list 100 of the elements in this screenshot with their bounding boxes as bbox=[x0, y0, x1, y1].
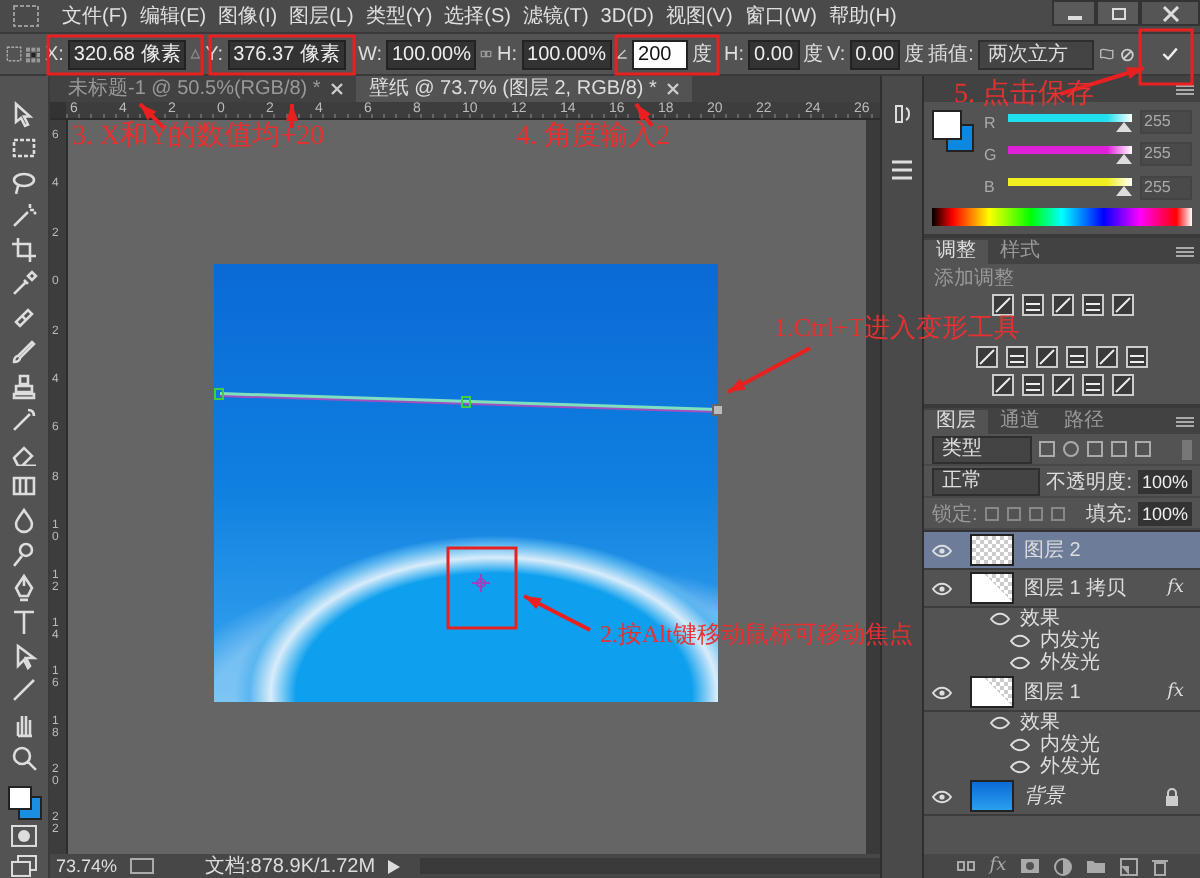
menu-item[interactable]: 窗口(W) bbox=[738, 2, 823, 30]
type-tool-icon[interactable] bbox=[10, 608, 38, 637]
dodge-tool-icon[interactable] bbox=[10, 540, 38, 569]
scrollbar[interactable] bbox=[419, 858, 880, 874]
menu-item[interactable]: 编辑(E) bbox=[133, 2, 213, 30]
panel-tab[interactable]: 样式 bbox=[988, 240, 1052, 264]
layer-row[interactable]: 图层 1 拷贝 fx bbox=[924, 570, 1200, 608]
eye-icon[interactable] bbox=[932, 543, 952, 557]
eye-icon[interactable] bbox=[932, 581, 952, 595]
skew-v-field[interactable]: 0.00 bbox=[849, 39, 901, 69]
panel-tab[interactable]: 路径 bbox=[1052, 410, 1116, 434]
adjustment-icon[interactable] bbox=[1111, 294, 1133, 316]
new-layer-icon[interactable] bbox=[1120, 857, 1139, 875]
adjustment-icon[interactable] bbox=[1096, 346, 1118, 368]
color-swatch[interactable] bbox=[932, 110, 972, 150]
adjustment-icon[interactable] bbox=[1126, 346, 1148, 368]
height-field[interactable]: 100.00% bbox=[521, 39, 612, 69]
slider-thumb[interactable] bbox=[1116, 121, 1132, 132]
adjustment-icon[interactable] bbox=[1006, 346, 1028, 368]
lasso-tool-icon[interactable] bbox=[10, 167, 38, 196]
opacity-field[interactable]: 100% bbox=[1137, 469, 1192, 493]
commit-check-icon[interactable] bbox=[1161, 44, 1179, 64]
panel-tab[interactable]: 图层 bbox=[924, 410, 988, 434]
eye-icon[interactable] bbox=[1010, 634, 1030, 648]
panel-menu-icon[interactable] bbox=[1176, 246, 1194, 258]
fill-field[interactable]: 100% bbox=[1137, 501, 1192, 525]
adjustment-icon[interactable] bbox=[976, 346, 998, 368]
adjustment-icon[interactable] bbox=[1021, 374, 1043, 396]
adjustment-icon[interactable] bbox=[1021, 294, 1043, 316]
color-spectrum-bar[interactable] bbox=[932, 208, 1192, 226]
menu-item[interactable]: 滤镜(T) bbox=[517, 2, 595, 30]
color-swatch[interactable] bbox=[8, 786, 40, 819]
blend-mode-dropdown[interactable]: 正常 bbox=[932, 467, 1041, 495]
add-style-button[interactable]: fx bbox=[989, 856, 1007, 876]
properties-icon[interactable] bbox=[888, 156, 916, 184]
eyedropper-icon[interactable] bbox=[10, 269, 38, 298]
panel-tab[interactable]: 调整 bbox=[924, 240, 988, 264]
eye-icon[interactable] bbox=[990, 716, 1010, 730]
slider-thumb[interactable] bbox=[1116, 186, 1132, 197]
document-tab[interactable]: 壁纸 @ 73.7% (图层 2, RGB/8) * bbox=[356, 76, 693, 102]
mask-icon[interactable] bbox=[1020, 858, 1041, 874]
eye-icon[interactable] bbox=[1010, 656, 1030, 670]
menu-item[interactable]: 3D(D) bbox=[594, 5, 660, 27]
adjustment-icon[interactable] bbox=[1051, 374, 1073, 396]
minimize-button[interactable] bbox=[1052, 0, 1096, 26]
line-tool-icon[interactable] bbox=[10, 676, 38, 705]
filter-toggle[interactable] bbox=[1182, 439, 1192, 459]
screen-mode-icon[interactable] bbox=[10, 853, 38, 878]
crop-tool-icon[interactable] bbox=[10, 235, 38, 264]
adjustment-icon[interactable] bbox=[1081, 294, 1103, 316]
filter-dropdown[interactable]: 类型 bbox=[932, 435, 1032, 463]
slider-thumb[interactable] bbox=[1116, 153, 1132, 164]
marquee-tool-icon[interactable] bbox=[10, 133, 38, 162]
layer-row[interactable]: 图层 1 fx bbox=[924, 674, 1200, 712]
adjustment-icon[interactable] bbox=[1066, 346, 1088, 368]
adjustment-icon[interactable] bbox=[1036, 346, 1058, 368]
width-field[interactable]: 100.00% bbox=[385, 39, 477, 69]
move-tool-icon[interactable] bbox=[10, 100, 38, 128]
menu-item[interactable]: 视图(V) bbox=[659, 2, 739, 30]
zoom-icon[interactable] bbox=[10, 744, 38, 773]
link-icon[interactable] bbox=[955, 860, 976, 872]
menu-item[interactable]: 选择(S) bbox=[438, 2, 517, 30]
document-tab[interactable]: 未标题-1 @ 50.5%(RGB/8) * bbox=[56, 76, 357, 102]
play-icon[interactable] bbox=[387, 859, 400, 873]
adjustment-icon[interactable] bbox=[1081, 374, 1103, 396]
adjustment-icon[interactable] bbox=[1111, 374, 1133, 396]
layer-row[interactable]: 背景 bbox=[924, 778, 1200, 816]
link-icon[interactable] bbox=[480, 48, 494, 60]
menu-item[interactable]: 文件(F) bbox=[56, 2, 134, 30]
eye-icon[interactable] bbox=[932, 685, 952, 699]
menu-item[interactable]: 图层(L) bbox=[283, 2, 360, 30]
brush-icon[interactable] bbox=[10, 337, 38, 366]
drop-icon[interactable] bbox=[10, 506, 38, 535]
adjustment-icon[interactable] bbox=[991, 374, 1013, 396]
close-icon[interactable] bbox=[666, 82, 681, 96]
magic-wand-icon[interactable] bbox=[10, 201, 38, 230]
transform-tool-icon[interactable] bbox=[6, 42, 23, 66]
half-circle-icon[interactable] bbox=[1054, 857, 1073, 875]
transform-line[interactable] bbox=[214, 386, 726, 418]
skew-h-field[interactable]: 0.00 bbox=[748, 39, 800, 69]
trash-icon[interactable] bbox=[1152, 857, 1169, 875]
interpolation-dropdown[interactable]: 两次立方 bbox=[977, 39, 1094, 69]
stamp-icon[interactable] bbox=[10, 371, 38, 400]
channel-value-field[interactable]: 255 bbox=[1140, 142, 1192, 167]
menu-item[interactable]: 类型(Y) bbox=[359, 2, 439, 30]
adjustment-icon[interactable] bbox=[1051, 294, 1073, 316]
reference-grid-icon[interactable] bbox=[26, 43, 41, 65]
close-icon[interactable] bbox=[330, 82, 345, 96]
menu-item[interactable]: 图像(I) bbox=[212, 2, 284, 30]
gradient-tool-icon[interactable] bbox=[10, 472, 38, 501]
eye-icon[interactable] bbox=[1010, 738, 1030, 752]
panel-menu-icon[interactable] bbox=[1176, 416, 1194, 428]
channel-value-field[interactable]: 255 bbox=[1140, 175, 1192, 200]
close-button[interactable] bbox=[1140, 0, 1200, 26]
pen-tool-icon[interactable] bbox=[10, 574, 38, 603]
eye-icon[interactable] bbox=[932, 789, 952, 803]
y-field[interactable]: 376.37 像素 bbox=[227, 39, 346, 69]
menu-item[interactable]: 帮助(H) bbox=[822, 2, 903, 30]
cancel-icon[interactable] bbox=[1119, 43, 1134, 65]
eye-icon[interactable] bbox=[990, 612, 1010, 626]
